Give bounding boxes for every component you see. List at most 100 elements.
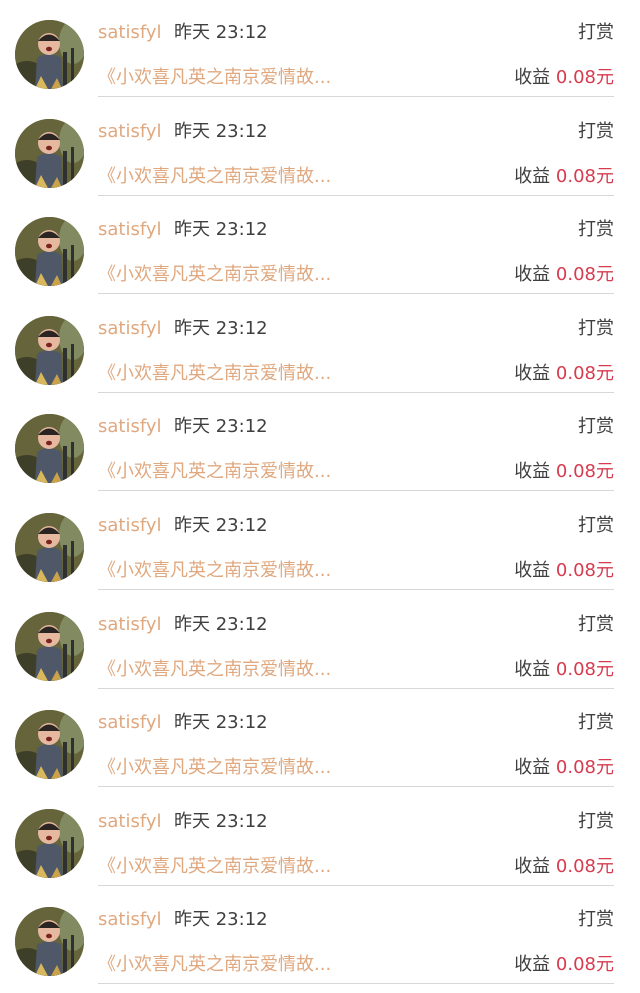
earnings: 收益 0.08元 (514, 362, 614, 386)
record-type-label: 打赏 (578, 219, 614, 241)
timestamp: 昨天 23:12 (174, 416, 268, 438)
earnings: 收益 0.08元 (514, 460, 614, 484)
earnings: 收益 0.08元 (514, 559, 614, 583)
list-item[interactable]: satisfyl 昨天 23:12 打赏 《小欢喜凡英之南京爱情故... 收益 … (0, 0, 640, 99)
record-type-label: 打赏 (578, 613, 614, 635)
avatar[interactable] (15, 710, 84, 780)
list-item[interactable]: satisfyl 昨天 23:12 打赏 《小欢喜凡英之南京爱情故... 收益 … (0, 789, 640, 888)
timestamp: 昨天 23:12 (174, 909, 268, 931)
list-item[interactable]: satisfyl 昨天 23:12 打赏 《小欢喜凡英之南京爱情故... 收益 … (0, 197, 640, 296)
earnings-label: 收益 (514, 560, 551, 581)
earnings: 收益 0.08元 (514, 658, 614, 682)
divider (98, 589, 614, 590)
divider (98, 490, 614, 492)
earnings-label: 收益 (514, 658, 551, 680)
article-title-link[interactable]: 《小欢喜凡英之南京爱情故... (98, 263, 331, 287)
earnings-amount: 0.08元 (555, 165, 614, 187)
earnings-amount: 0.08元 (555, 362, 614, 384)
reward-record-list: satisfyl 昨天 23:12 打赏 《小欢喜凡英之南京爱情故... 收益 … (0, 0, 640, 993)
username-link[interactable]: satisfyl (98, 909, 162, 931)
avatar[interactable] (15, 118, 84, 188)
earnings: 收益 0.08元 (514, 756, 614, 780)
earnings-amount: 0.08元 (555, 757, 614, 779)
article-title-link[interactable]: 《小欢喜凡英之南京爱情故... (98, 460, 331, 484)
record-type-label: 打赏 (578, 317, 614, 339)
divider (98, 293, 614, 295)
username-link[interactable]: satisfyl (98, 416, 162, 438)
earnings-label: 收益 (514, 165, 551, 187)
timestamp: 昨天 23:12 (174, 317, 268, 339)
timestamp: 昨天 23:12 (174, 120, 268, 142)
avatar[interactable] (15, 414, 84, 484)
avatar[interactable] (15, 907, 84, 977)
divider (98, 983, 614, 985)
list-item[interactable]: satisfyl 昨天 23:12 打赏 《小欢喜凡英之南京爱情故... 收益 … (0, 493, 640, 592)
divider (98, 96, 614, 97)
earnings-amount: 0.08元 (555, 954, 614, 976)
list-item[interactable]: satisfyl 昨天 23:12 打赏 《小欢喜凡英之南京爱情故... 收益 … (0, 690, 640, 789)
earnings-label: 收益 (514, 757, 551, 779)
avatar[interactable] (15, 611, 84, 681)
avatar[interactable] (15, 808, 84, 878)
earnings-amount: 0.08元 (555, 658, 614, 680)
earnings-amount: 0.08元 (555, 461, 614, 483)
username-link[interactable]: satisfyl (98, 712, 162, 734)
username-link[interactable]: satisfyl (98, 219, 162, 241)
record-type-label: 打赏 (578, 120, 614, 142)
earnings: 收益 0.08元 (514, 953, 614, 977)
divider (98, 687, 614, 689)
username-link[interactable]: satisfyl (98, 614, 162, 636)
earnings-amount: 0.08元 (555, 67, 614, 88)
record-type-label: 打赏 (578, 909, 614, 931)
record-type-label: 打赏 (578, 810, 614, 832)
record-type-label: 打赏 (578, 712, 614, 734)
username-link[interactable]: satisfyl (98, 318, 162, 340)
list-item[interactable]: satisfyl 昨天 23:12 打赏 《小欢喜凡英之南京爱情故... 收益 … (0, 394, 640, 493)
divider (98, 786, 614, 788)
avatar[interactable] (15, 315, 84, 385)
divider (98, 391, 614, 393)
earnings-label: 收益 (514, 855, 551, 877)
earnings-amount: 0.08元 (555, 855, 614, 877)
timestamp: 昨天 23:12 (174, 515, 268, 536)
earnings-label: 收益 (514, 67, 551, 88)
list-item[interactable]: satisfyl 昨天 23:12 打赏 《小欢喜凡英之南京爱情故... 收益 … (0, 296, 640, 395)
avatar[interactable] (15, 513, 84, 582)
username-link[interactable]: satisfyl (98, 22, 162, 44)
earnings-label: 收益 (514, 954, 551, 976)
timestamp: 昨天 23:12 (174, 22, 268, 43)
avatar[interactable] (15, 20, 84, 89)
earnings: 收益 0.08元 (514, 855, 614, 879)
record-type-label: 打赏 (578, 22, 614, 43)
username-link[interactable]: satisfyl (98, 515, 162, 537)
article-title-link[interactable]: 《小欢喜凡英之南京爱情故... (98, 165, 331, 189)
article-title-link[interactable]: 《小欢喜凡英之南京爱情故... (98, 855, 331, 879)
timestamp: 昨天 23:12 (174, 712, 268, 734)
username-link[interactable]: satisfyl (98, 121, 162, 143)
article-title-link[interactable]: 《小欢喜凡英之南京爱情故... (98, 362, 331, 386)
earnings-amount: 0.08元 (555, 264, 614, 286)
earnings-label: 收益 (514, 461, 551, 483)
username-link[interactable]: satisfyl (98, 811, 162, 833)
divider (98, 884, 614, 886)
record-type-label: 打赏 (578, 416, 614, 438)
earnings-label: 收益 (514, 362, 551, 384)
article-title-link[interactable]: 《小欢喜凡英之南京爱情故... (98, 756, 331, 780)
timestamp: 昨天 23:12 (174, 810, 268, 832)
avatar[interactable] (15, 217, 84, 287)
timestamp: 昨天 23:12 (174, 613, 268, 635)
earnings: 收益 0.08元 (514, 263, 614, 287)
earnings-amount: 0.08元 (555, 560, 614, 581)
earnings-label: 收益 (514, 264, 551, 286)
article-title-link[interactable]: 《小欢喜凡英之南京爱情故... (98, 953, 331, 977)
list-item[interactable]: satisfyl 昨天 23:12 打赏 《小欢喜凡英之南京爱情故... 收益 … (0, 99, 640, 198)
article-title-link[interactable]: 《小欢喜凡英之南京爱情故... (98, 658, 331, 682)
divider (98, 194, 614, 196)
record-type-label: 打赏 (578, 515, 614, 536)
timestamp: 昨天 23:12 (174, 219, 268, 241)
article-title-link[interactable]: 《小欢喜凡英之南京爱情故... (98, 559, 331, 583)
list-item[interactable]: satisfyl 昨天 23:12 打赏 《小欢喜凡英之南京爱情故... 收益 … (0, 887, 640, 986)
earnings: 收益 0.08元 (514, 66, 614, 90)
list-item[interactable]: satisfyl 昨天 23:12 打赏 《小欢喜凡英之南京爱情故... 收益 … (0, 592, 640, 691)
article-title-link[interactable]: 《小欢喜凡英之南京爱情故... (98, 66, 331, 90)
